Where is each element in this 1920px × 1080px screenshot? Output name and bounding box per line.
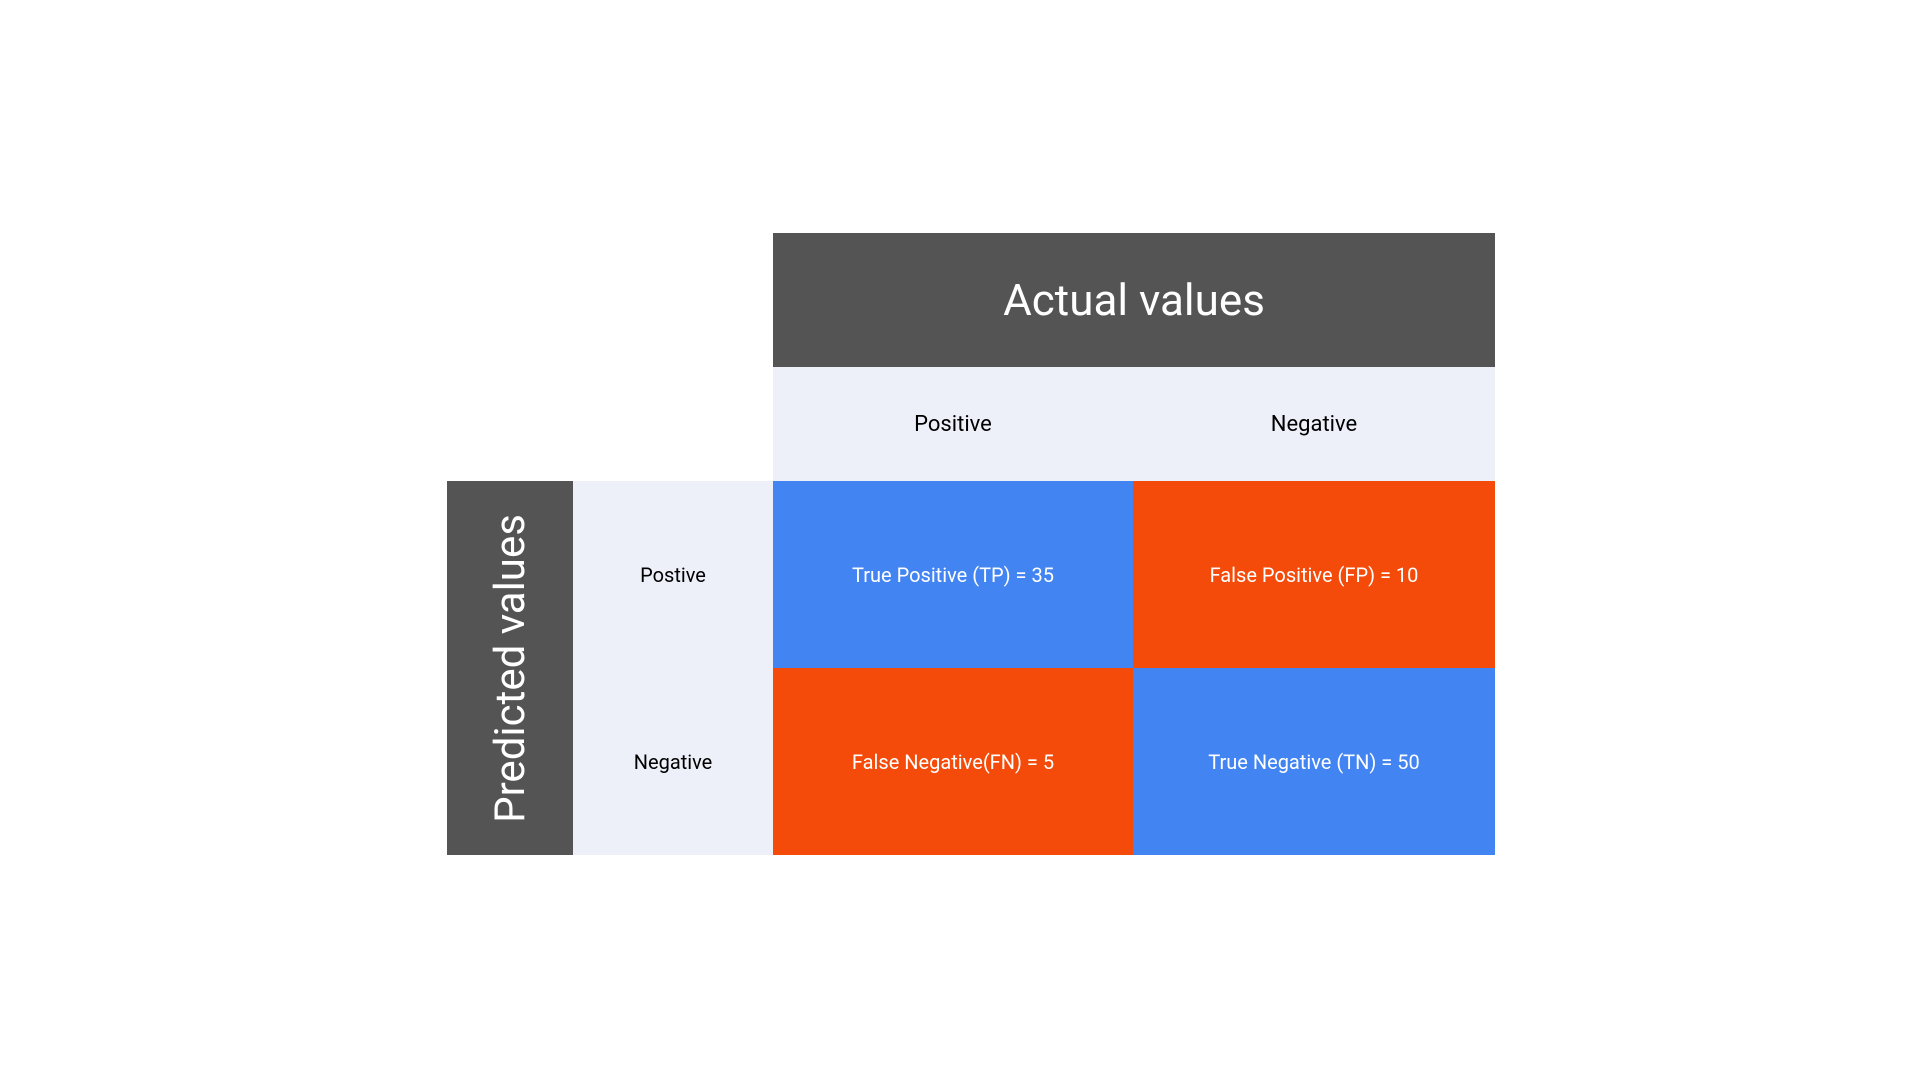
cell-tp-text: True Positive (TP) = 35 — [852, 563, 1054, 587]
predicted-values-header: Predicted values — [447, 481, 573, 855]
actual-values-header: Actual values — [773, 233, 1495, 367]
cell-true-positive: True Positive (TP) = 35 — [773, 481, 1133, 668]
cell-true-negative: True Negative (TN) = 50 — [1133, 668, 1495, 855]
predicted-positive-label: Postive — [573, 481, 773, 668]
matrix-grid: Actual values Positive Negative Predicte… — [447, 233, 1495, 855]
spacer — [447, 233, 773, 481]
cell-false-positive: False Positive (FP) = 10 — [1133, 481, 1495, 668]
actual-negative-label: Negative — [1133, 367, 1495, 481]
actual-positive-label: Positive — [773, 367, 1133, 481]
predicted-positive-text: Postive — [640, 563, 706, 587]
actual-negative-text: Negative — [1271, 412, 1357, 437]
actual-values-header-text: Actual values — [1003, 274, 1265, 326]
cell-fn-text: False Negative(FN) = 5 — [852, 750, 1054, 774]
cell-tn-text: True Negative (TN) = 50 — [1208, 750, 1419, 774]
actual-positive-text: Positive — [914, 412, 992, 437]
predicted-values-header-text: Predicted values — [486, 514, 535, 823]
cell-false-negative: False Negative(FN) = 5 — [773, 668, 1133, 855]
confusion-matrix-diagram: Actual values Positive Negative Predicte… — [240, 135, 1680, 945]
cell-fp-text: False Positive (FP) = 10 — [1210, 563, 1419, 587]
predicted-negative-label: Negative — [573, 668, 773, 855]
predicted-negative-text: Negative — [634, 750, 713, 774]
